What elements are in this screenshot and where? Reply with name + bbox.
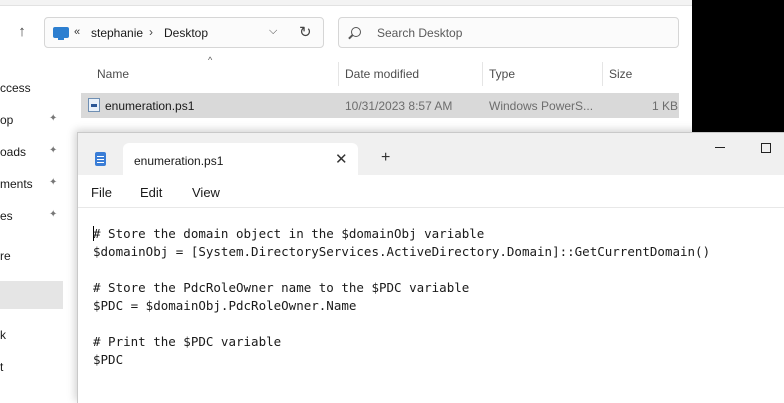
code-line: # Store the PdcRoleOwner name to the $PD… bbox=[93, 280, 470, 295]
text-editor-area[interactable]: # Store the domain object in the $domain… bbox=[78, 209, 784, 403]
pin-icon: ✦ bbox=[49, 209, 58, 220]
nav-item-this-pc[interactable] bbox=[0, 281, 63, 309]
new-tab-plus-icon[interactable]: + bbox=[381, 149, 390, 167]
file-type: Windows PowerS... bbox=[489, 99, 594, 113]
pin-icon: ✦ bbox=[49, 145, 58, 156]
nav-item-downloads[interactable]: oads bbox=[0, 145, 26, 159]
code-line: # Print the $PDC variable bbox=[93, 334, 282, 349]
address-bar[interactable]: « stephanie › Desktop ⌵ ↻ bbox=[44, 17, 324, 48]
nav-item-onedrive[interactable]: re bbox=[0, 249, 11, 263]
pin-icon: ✦ bbox=[49, 113, 58, 124]
close-tab-icon[interactable]: ✕ bbox=[335, 150, 348, 168]
search-box[interactable] bbox=[338, 17, 679, 48]
column-header-name[interactable]: Name bbox=[97, 67, 129, 81]
column-header-size[interactable]: Size bbox=[609, 67, 632, 81]
tab-enumeration-ps1[interactable]: enumeration.ps1 ✕ bbox=[123, 143, 358, 176]
file-name: enumeration.ps1 bbox=[105, 99, 195, 113]
column-divider[interactable] bbox=[482, 62, 483, 86]
chevron-down-icon[interactable]: ⌵ bbox=[269, 25, 277, 38]
nav-item-desktop[interactable]: op bbox=[0, 113, 13, 127]
column-header-type[interactable]: Type bbox=[489, 67, 515, 81]
menu-edit[interactable]: Edit bbox=[140, 185, 162, 200]
breadcrumb-overflow[interactable]: « bbox=[74, 26, 80, 38]
breadcrumb-stephanie[interactable]: stephanie bbox=[91, 26, 143, 40]
this-pc-icon bbox=[53, 27, 69, 40]
explorer-title-edge bbox=[0, 0, 692, 6]
code-line: $domainObj = [System.DirectoryServices.A… bbox=[93, 244, 711, 259]
nav-item-linux[interactable]: t bbox=[0, 360, 3, 374]
refresh-icon[interactable]: ↻ bbox=[299, 23, 312, 41]
code-line: $PDC bbox=[93, 352, 124, 367]
breadcrumb-separator-icon[interactable]: › bbox=[149, 25, 153, 39]
file-date-modified: 10/31/2023 8:57 AM bbox=[345, 99, 453, 113]
code-line: $PDC = $domainObj.PdcRoleOwner.Name bbox=[93, 298, 357, 313]
nav-item-network[interactable]: k bbox=[0, 328, 6, 342]
search-icon bbox=[351, 27, 361, 37]
file-row[interactable]: enumeration.ps1 10/31/2023 8:57 AM Windo… bbox=[81, 93, 679, 118]
nav-item-pictures[interactable]: es bbox=[0, 209, 13, 223]
menu-view[interactable]: View bbox=[192, 185, 220, 200]
up-arrow-icon[interactable]: ↑ bbox=[12, 22, 32, 42]
minimize-icon[interactable] bbox=[715, 147, 725, 148]
code-line: # Store the domain object in the $domain… bbox=[93, 226, 485, 241]
column-header-date-modified[interactable]: Date modified bbox=[345, 67, 419, 81]
nav-item-quick-access[interactable]: ccess bbox=[0, 81, 31, 95]
nav-item-documents[interactable]: ments bbox=[0, 177, 33, 191]
notepad-title-bar[interactable]: enumeration.ps1 ✕ + bbox=[78, 133, 784, 176]
powershell-file-icon bbox=[88, 98, 100, 112]
notepad-app-icon bbox=[95, 152, 106, 166]
file-size: 1 KB bbox=[652, 99, 679, 113]
maximize-icon[interactable] bbox=[761, 143, 771, 153]
notepad-menu-bar: File Edit View bbox=[78, 175, 784, 208]
column-divider[interactable] bbox=[338, 62, 339, 86]
pin-icon: ✦ bbox=[49, 177, 58, 188]
sort-ascending-icon: ^ bbox=[208, 55, 213, 65]
search-input[interactable] bbox=[377, 24, 667, 42]
menu-file[interactable]: File bbox=[91, 185, 112, 200]
notepad-window: enumeration.ps1 ✕ + File Edit View # Sto… bbox=[77, 132, 784, 403]
tab-title: enumeration.ps1 bbox=[134, 154, 224, 168]
column-divider[interactable] bbox=[602, 62, 603, 86]
breadcrumb-desktop[interactable]: Desktop bbox=[164, 26, 208, 40]
